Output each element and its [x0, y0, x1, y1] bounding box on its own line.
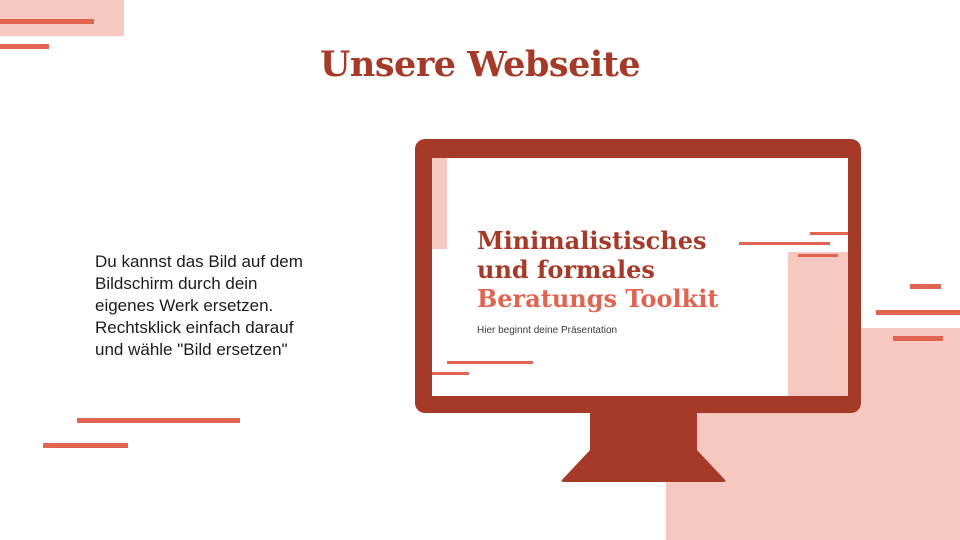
right-decor-line — [910, 284, 941, 289]
screen-decor-line — [810, 232, 848, 235]
body-text: Du kannst das Bild auf dem Bildschirm du… — [95, 251, 385, 361]
body-text-line: Rechtsklick einfach darauf — [95, 318, 294, 337]
body-text-line: Du kannst das Bild auf dem — [95, 252, 303, 271]
body-text-line: Bildschirm durch dein — [95, 274, 258, 293]
screen-decor-line — [432, 372, 469, 375]
left-decor-line — [43, 443, 128, 448]
body-text-line: und wähle "Bild ersetzen" — [95, 340, 288, 359]
screen-title: Minimalistisches und formales Beratungs … — [477, 226, 807, 313]
screen-title-line: Minimalistisches — [477, 226, 707, 255]
corner-decor-block — [0, 0, 124, 36]
screen-title-line: und formales — [477, 255, 655, 284]
monitor-neck — [590, 413, 697, 455]
monitor-screen-image[interactable]: Minimalistisches und formales Beratungs … — [432, 158, 848, 396]
screen-decor-line — [447, 361, 533, 364]
screen-title-line: Beratungs Toolkit — [477, 284, 719, 313]
body-text-line: eigenes Werk ersetzen. — [95, 296, 274, 315]
right-decor-line — [893, 336, 943, 341]
left-decor-line — [77, 418, 240, 423]
screen-subtitle: Hier beginnt deine Präsentation — [477, 325, 618, 336]
page-title: Unsere Webseite — [319, 44, 641, 85]
right-decor-line — [876, 310, 960, 315]
corner-decor-line — [0, 19, 94, 24]
screen-decor-block — [432, 158, 447, 249]
